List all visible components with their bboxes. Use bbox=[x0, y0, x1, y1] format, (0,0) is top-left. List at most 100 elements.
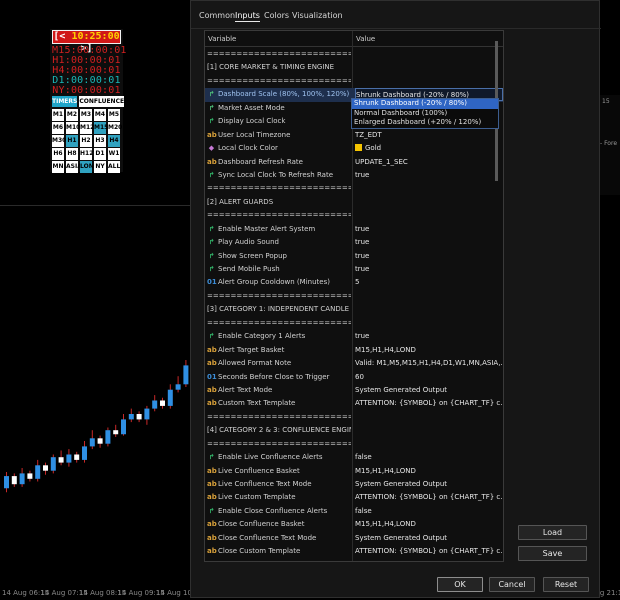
timeframe-button[interactable]: H2 bbox=[80, 135, 92, 147]
input-value[interactable]: M15,H1,H4,LOND bbox=[355, 344, 503, 357]
input-variable-label: Enable Master Alert System bbox=[218, 224, 316, 233]
ok-button[interactable]: OK bbox=[437, 577, 483, 592]
input-value[interactable]: Valid: M1,M5,M15,H1,H4,D1,W1,MN,ASIA,... bbox=[355, 357, 503, 370]
dashboard-scale-dropdown[interactable]: Shrunk Dashboard (-20% / 80%) Normal Dash… bbox=[351, 98, 499, 129]
timeframe-button[interactable]: M15 bbox=[94, 122, 108, 134]
input-value[interactable]: 5 bbox=[355, 276, 503, 289]
input-value[interactable]: Gold bbox=[355, 142, 503, 155]
timeframe-button[interactable]: M10 bbox=[66, 122, 80, 134]
candle-body bbox=[82, 446, 87, 460]
input-row[interactable]: abLive Confluence Basket M15,H1,H4,LOND bbox=[205, 465, 503, 478]
input-variable-label: Close Confluence Text Mode bbox=[218, 533, 317, 542]
input-row[interactable]: ◆ Local Clock Color Gold bbox=[205, 142, 503, 155]
input-row[interactable]: abAllowed Format Note Valid: M1,M5,M15,H1… bbox=[205, 357, 503, 370]
input-row[interactable]: 01Alert Group Cooldown (Minutes) 5 bbox=[205, 276, 503, 289]
reset-button[interactable]: Reset bbox=[543, 577, 589, 592]
timeframe-button[interactable]: M20 bbox=[108, 122, 122, 134]
input-row[interactable]: abLive Confluence Text Mode System Genera… bbox=[205, 478, 503, 491]
tab-common[interactable]: Common bbox=[199, 11, 235, 20]
input-row[interactable]: abUser Local Timezone TZ_EDT bbox=[205, 129, 503, 142]
timeframe-button[interactable]: M3 bbox=[80, 109, 92, 121]
timeframe-button[interactable]: H4 bbox=[108, 135, 120, 147]
timeframe-button[interactable]: ALL bbox=[108, 161, 120, 173]
tab-inputs[interactable]: Inputs bbox=[235, 11, 260, 22]
timeframe-button[interactable]: NY bbox=[94, 161, 106, 173]
input-row[interactable]: abClose Custom Template ATTENTION: {SYMBO… bbox=[205, 545, 503, 558]
input-value-text: M15,H1,H4,LOND bbox=[355, 520, 416, 529]
dropdown-option[interactable]: Normal Dashboard (100%) bbox=[352, 109, 498, 119]
enum-type-icon: ↱ bbox=[208, 103, 215, 112]
input-row[interactable]: ↱ Show Screen Popup true bbox=[205, 250, 503, 263]
input-row[interactable]: abCustom Text Template ATTENTION: {SYMBOL… bbox=[205, 397, 503, 410]
input-variable: =============================== bbox=[207, 317, 351, 330]
input-value[interactable]: System Generated Output bbox=[355, 532, 503, 545]
tab-visualization[interactable]: Visualization bbox=[292, 11, 343, 20]
timeframe-button[interactable]: M4 bbox=[94, 109, 106, 121]
cancel-button[interactable]: Cancel bbox=[489, 577, 535, 592]
timeframe-button[interactable]: H12 bbox=[80, 148, 93, 160]
timeframe-button[interactable]: H1 bbox=[66, 135, 78, 147]
timeframe-button[interactable]: MN bbox=[52, 161, 64, 173]
input-value[interactable]: true bbox=[355, 223, 503, 236]
input-value[interactable]: 60 bbox=[355, 371, 503, 384]
load-button[interactable]: Load bbox=[518, 525, 587, 540]
input-value[interactable]: false bbox=[355, 451, 503, 464]
input-variable: =============================== bbox=[207, 182, 351, 195]
side-window[interactable]: 15 - Fore bbox=[597, 95, 620, 195]
confluence-button[interactable]: CONFLUENCE bbox=[79, 96, 125, 107]
input-value[interactable]: true bbox=[355, 250, 503, 263]
input-row[interactable]: abClose Confluence Basket M15,H1,H4,LOND bbox=[205, 518, 503, 531]
timeframe-button[interactable]: LOND bbox=[80, 161, 99, 173]
timeframe-button[interactable]: H8 bbox=[66, 148, 78, 160]
input-value[interactable]: false bbox=[355, 505, 503, 518]
input-value[interactable]: ATTENTION: {SYMBOL} on {CHART_TF} c... bbox=[355, 397, 503, 410]
input-row[interactable]: ↱ Send Mobile Push true bbox=[205, 263, 503, 276]
tab-colors[interactable]: Colors bbox=[264, 11, 289, 20]
input-row[interactable]: ↱ Play Audio Sound true bbox=[205, 236, 503, 249]
input-row[interactable]: ↱ Enable Live Confluence Alerts false bbox=[205, 451, 503, 464]
timeframe-button[interactable]: M2 bbox=[66, 109, 78, 121]
input-row[interactable]: abDashboard Refresh Rate UPDATE_1_SEC bbox=[205, 156, 503, 169]
timeframe-button[interactable]: M5 bbox=[108, 109, 120, 121]
input-value[interactable]: System Generated Output bbox=[355, 478, 503, 491]
input-value[interactable]: TZ_EDT bbox=[355, 129, 503, 142]
input-row[interactable]: ↱ Sync Local Clock To Refresh Rate true bbox=[205, 169, 503, 182]
timeframe-button[interactable]: D1 bbox=[94, 148, 106, 160]
save-button[interactable]: Save bbox=[518, 546, 587, 561]
input-value[interactable]: true bbox=[355, 263, 503, 276]
input-row[interactable]: abAlert Target Basket M15,H1,H4,LOND bbox=[205, 344, 503, 357]
input-row[interactable]: ↱ Enable Close Confluence Alerts false bbox=[205, 505, 503, 518]
input-value[interactable]: ATTENTION: {SYMBOL} on {CHART_TF} c... bbox=[355, 545, 503, 558]
input-value[interactable]: M15,H1,H4,LOND bbox=[355, 465, 503, 478]
input-row[interactable]: abAlert Text Mode System Generated Output bbox=[205, 384, 503, 397]
input-value[interactable]: System Generated Output bbox=[355, 384, 503, 397]
input-row[interactable]: abLive Custom Template ATTENTION: {SYMBOL… bbox=[205, 491, 503, 504]
input-row[interactable]: abClose Confluence Text Mode System Gener… bbox=[205, 532, 503, 545]
input-value[interactable]: true bbox=[355, 236, 503, 249]
timeframe-button[interactable]: H6 bbox=[52, 148, 64, 160]
timeframe-button[interactable]: M12 bbox=[80, 122, 94, 134]
input-value[interactable]: true bbox=[355, 330, 503, 343]
input-row[interactable]: 01Seconds Before Close to Trigger 60 bbox=[205, 371, 503, 384]
input-value-text: ATTENTION: {SYMBOL} on {CHART_TF} c... bbox=[355, 547, 503, 556]
input-variable: abLive Custom Template bbox=[207, 491, 351, 504]
input-row[interactable]: ↱ Enable Master Alert System true bbox=[205, 223, 503, 236]
timeframe-button[interactable]: W1 bbox=[108, 148, 120, 160]
timeframe-button[interactable]: M30 bbox=[52, 135, 66, 147]
input-value-text: ATTENTION: {SYMBOL} on {CHART_TF} c... bbox=[355, 399, 503, 408]
input-value[interactable]: M15,H1,H4,LOND bbox=[355, 518, 503, 531]
input-value[interactable]: UPDATE_1_SEC bbox=[355, 156, 503, 169]
input-variable-label: Close Confluence Basket bbox=[218, 520, 305, 529]
timeframe-button[interactable]: H3 bbox=[94, 135, 106, 147]
input-variable: abClose Custom Template bbox=[207, 545, 351, 558]
timers-button[interactable]: TIMERS bbox=[52, 96, 78, 107]
screen: 14 Aug 06:15 14 Aug 07:15 14 Aug 08:15 14 A… bbox=[0, 0, 620, 600]
input-value[interactable]: ATTENTION: {SYMBOL} on {CHART_TF} c... bbox=[355, 491, 503, 504]
dropdown-option[interactable]: Shrunk Dashboard (-20% / 80%) bbox=[352, 99, 498, 109]
input-row[interactable]: ↱ Enable Category 1 Alerts true bbox=[205, 330, 503, 343]
timeframe-button[interactable]: M6 bbox=[52, 122, 64, 134]
dropdown-option[interactable]: Enlarged Dashboard (+20% / 120%) bbox=[352, 118, 498, 128]
timeframe-button[interactable]: M1 bbox=[52, 109, 64, 121]
input-value[interactable]: true bbox=[355, 169, 503, 182]
timeframe-button[interactable]: ASIA bbox=[66, 161, 82, 173]
